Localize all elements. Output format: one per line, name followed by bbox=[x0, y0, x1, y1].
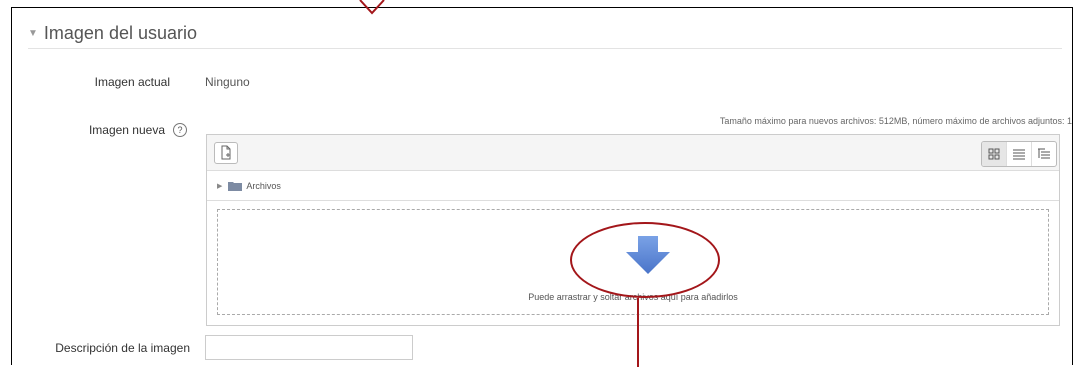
current-image-value: Ninguno bbox=[205, 75, 250, 89]
annotation-caret bbox=[359, 0, 385, 15]
file-picker-toolbar bbox=[207, 135, 1059, 171]
folder-icon bbox=[228, 181, 243, 191]
section-title: Imagen del usuario bbox=[43, 22, 198, 43]
grid-view-icon[interactable] bbox=[982, 142, 1007, 166]
triangle-down-icon[interactable]: ▼ bbox=[28, 28, 38, 39]
description-label: Descripción de la imagen bbox=[55, 341, 190, 355]
list-view-icon[interactable] bbox=[1007, 142, 1032, 166]
new-image-label: Imagen nueva bbox=[88, 123, 165, 137]
file-picker-path[interactable]: ▶ Archivos bbox=[207, 171, 1059, 201]
section-header[interactable]: ▼ Imagen del usuario bbox=[28, 18, 1062, 49]
view-switcher bbox=[981, 141, 1057, 167]
question-circle-icon[interactable]: ? bbox=[173, 123, 187, 137]
file-limits-text: Tamaño máximo para nuevos archivos: 512M… bbox=[719, 116, 1072, 126]
current-image-label: Imagen actual bbox=[94, 75, 170, 89]
add-file-icon bbox=[221, 145, 231, 160]
expand-triangle-icon[interactable]: ▶ bbox=[217, 182, 222, 190]
description-input[interactable] bbox=[205, 335, 413, 360]
annotation-oval bbox=[570, 222, 720, 298]
tree-view-icon[interactable] bbox=[1032, 142, 1056, 166]
annotation-line bbox=[637, 298, 639, 367]
add-file-button[interactable] bbox=[214, 142, 238, 164]
path-label: Archivos bbox=[246, 180, 281, 191]
